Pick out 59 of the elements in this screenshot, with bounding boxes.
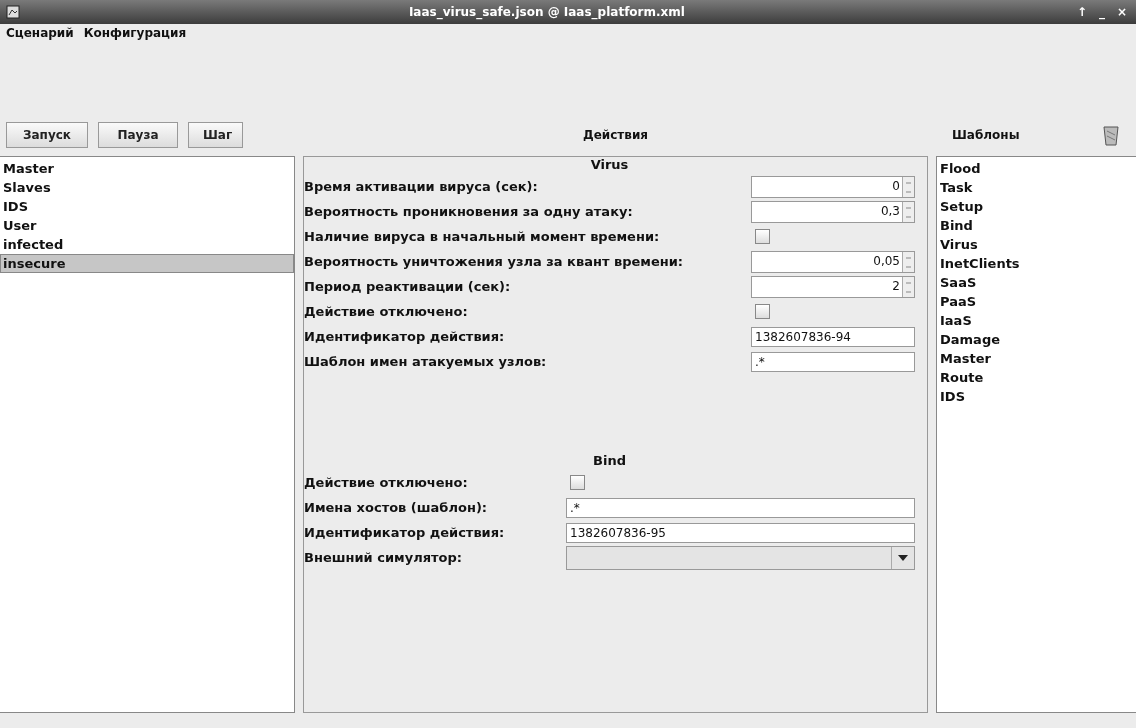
checkbox[interactable] xyxy=(755,229,770,244)
checkbox[interactable] xyxy=(570,475,585,490)
list-item[interactable]: Slaves xyxy=(0,178,294,197)
field-label: Вероятность уничтожения узла за квант времени: xyxy=(304,254,685,269)
trash-icon[interactable] xyxy=(1102,124,1120,146)
caret-icon xyxy=(898,554,908,561)
panel-heading: Действия xyxy=(582,128,649,142)
window-control[interactable]: _ xyxy=(1095,5,1108,19)
field-label: Время активации вируса (сек): xyxy=(304,179,539,194)
dropdown[interactable] xyxy=(566,545,915,570)
field-label: Имена хостов (шаблон): xyxy=(304,500,488,515)
window-control[interactable]: × xyxy=(1113,5,1130,19)
field-label: Внешний симулятор: xyxy=(304,550,463,565)
field-label: Идентификатор действия: xyxy=(304,525,506,540)
list-item[interactable]: Flood xyxy=(937,159,1136,178)
text-field[interactable]: .* xyxy=(566,497,915,518)
window-control[interactable]: ↑ xyxy=(1073,5,1090,19)
field-label: Шаблон имен атакуемых узлов: xyxy=(304,354,548,369)
list-item[interactable]: Setup xyxy=(937,197,1136,216)
list-item[interactable]: IDS xyxy=(0,197,294,216)
checkbox[interactable] xyxy=(755,304,770,319)
list-item[interactable]: Master xyxy=(0,159,294,178)
toolbar-button[interactable]: Шаг xyxy=(188,122,243,148)
field-label: Действие отключено: xyxy=(304,475,469,490)
number-spinner[interactable]: 0 xyxy=(751,175,915,198)
section-title: Bind xyxy=(592,453,627,470)
field-label: Период реактивации (сек): xyxy=(304,279,512,294)
menu-item[interactable]: Конфигурация xyxy=(83,26,187,42)
text-field[interactable]: 1382607836-94 xyxy=(751,326,915,347)
toolbar-button[interactable]: Запуск xyxy=(6,122,88,148)
text-field[interactable]: 1382607836-95 xyxy=(566,522,915,543)
field-label: Идентификатор действия: xyxy=(304,329,506,344)
list-item[interactable]: insecure xyxy=(0,254,294,273)
list-item[interactable]: Route xyxy=(937,368,1136,387)
menu-item[interactable]: Сценарий xyxy=(6,26,74,42)
number-spinner[interactable]: 0,3 xyxy=(751,200,915,223)
app-icon xyxy=(6,5,20,19)
number-spinner[interactable]: 2 xyxy=(751,275,915,298)
list-item[interactable]: PaaS xyxy=(937,292,1136,311)
field-label: Наличие вируса в начальный момент времени: xyxy=(304,229,661,244)
list-item[interactable]: infected xyxy=(0,235,294,254)
section-title: Virus xyxy=(589,157,630,174)
list-item[interactable]: SaaS xyxy=(937,273,1136,292)
list-item[interactable]: Bind xyxy=(937,216,1136,235)
toolbar-button[interactable]: Пауза xyxy=(98,122,178,148)
text-field[interactable]: .* xyxy=(751,351,915,372)
list-item[interactable]: Task xyxy=(937,178,1136,197)
field-label: Действие отключено: xyxy=(304,304,469,319)
list-item[interactable]: Master xyxy=(937,349,1136,368)
field-label: Вероятность проникновения за одну атаку: xyxy=(304,204,634,219)
number-spinner[interactable]: 0,05 xyxy=(751,250,915,273)
list-item[interactable]: IaaS xyxy=(937,311,1136,330)
list-item[interactable]: IDS xyxy=(937,387,1136,406)
list-item[interactable]: InetClients xyxy=(937,254,1136,273)
list-item[interactable]: Virus xyxy=(937,235,1136,254)
panel-heading: Шаблоны xyxy=(952,128,1020,142)
list-item[interactable]: User xyxy=(0,216,294,235)
list-item[interactable]: Damage xyxy=(937,330,1136,349)
window-title: Iaas_virus_safe.json @ Iaas_platform.xml xyxy=(407,5,686,19)
